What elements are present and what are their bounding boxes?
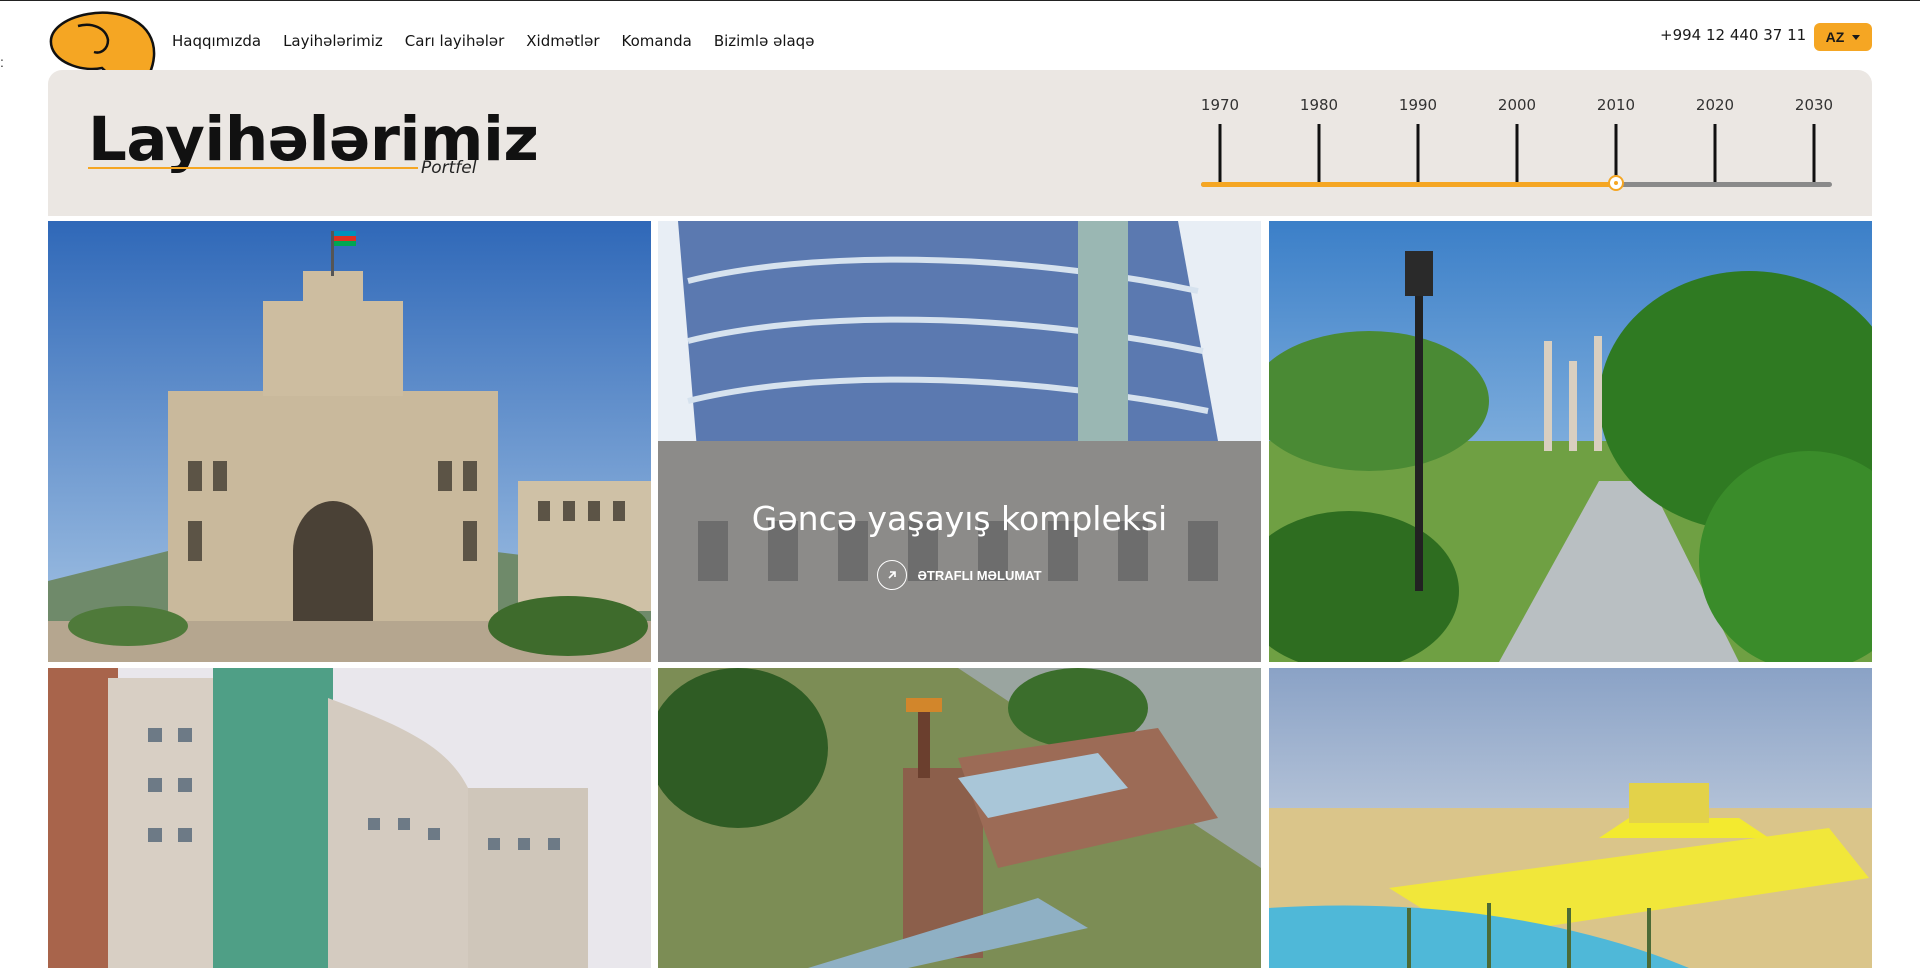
timeline-tick [1515, 124, 1519, 184]
timeline-year-2010[interactable]: 2010 [1597, 96, 1635, 114]
project-card[interactable] [658, 668, 1261, 968]
project-card[interactable] [1269, 668, 1872, 968]
timeline-year-1970[interactable]: 1970 [1201, 96, 1239, 114]
timeline-handle[interactable] [1608, 175, 1625, 191]
project-image-resort [1269, 668, 1872, 968]
nav-about[interactable]: Haqqımızda [172, 30, 261, 52]
project-image-government-building [48, 221, 651, 662]
main-nav: Haqqımızda Layihələrimiz Carı layihələr … [172, 30, 836, 52]
language-selector[interactable]: AZ [1814, 23, 1872, 51]
edge-mark: : [0, 54, 4, 70]
project-card[interactable] [48, 221, 651, 662]
timeline-tick [1812, 124, 1816, 184]
nav-projects[interactable]: Layihələrimiz [283, 30, 383, 52]
project-card[interactable] [1269, 221, 1872, 662]
timeline-tick [1416, 124, 1420, 184]
timeline-year-1980[interactable]: 1980 [1300, 96, 1338, 114]
project-image-office-building [48, 668, 651, 968]
title-underline [88, 167, 418, 169]
project-hover-overlay: Gəncə yaşayış kompleksi ƏTRAFLI MƏLUMAT [658, 441, 1261, 662]
year-timeline[interactable]: 1970 1980 1990 2000 2010 2020 2030 [1200, 90, 1840, 200]
timeline-year-2020[interactable]: 2020 [1696, 96, 1734, 114]
more-info-label: ƏTRAFLI MƏLUMAT [917, 567, 1042, 583]
project-image-park [1269, 221, 1872, 662]
nav-current-projects[interactable]: Carı layihələr [405, 30, 504, 52]
window-top-border [0, 0, 1920, 1]
timeline-tick [1317, 124, 1321, 184]
arrow-up-right-icon [877, 560, 908, 590]
more-info-link[interactable]: ƏTRAFLI MƏLUMAT [877, 560, 1042, 590]
page-subtitle: Portfel [421, 158, 477, 178]
phone-number[interactable]: +994 12 440 37 11 [1660, 26, 1806, 44]
project-card[interactable] [48, 668, 651, 968]
timeline-year-2000[interactable]: 2000 [1498, 96, 1536, 114]
nav-team[interactable]: Komanda [622, 30, 692, 52]
chevron-down-icon [1852, 34, 1861, 40]
project-card[interactable]: Gəncə yaşayış kompleksi ƏTRAFLI MƏLUMAT [658, 221, 1261, 662]
nav-contact[interactable]: Bizimlə əlaqə [714, 30, 815, 52]
timeline-tick [1218, 124, 1222, 184]
project-title: Gəncə yaşayış kompleksi [751, 499, 1168, 538]
language-label: AZ [1825, 29, 1845, 45]
project-image-industrial-site [658, 668, 1261, 968]
timeline-tick [1713, 124, 1717, 184]
timeline-progress [1201, 182, 1618, 187]
timeline-year-2030[interactable]: 2030 [1795, 96, 1833, 114]
nav-services[interactable]: Xidmətlər [526, 30, 599, 52]
timeline-year-1990[interactable]: 1990 [1399, 96, 1437, 114]
